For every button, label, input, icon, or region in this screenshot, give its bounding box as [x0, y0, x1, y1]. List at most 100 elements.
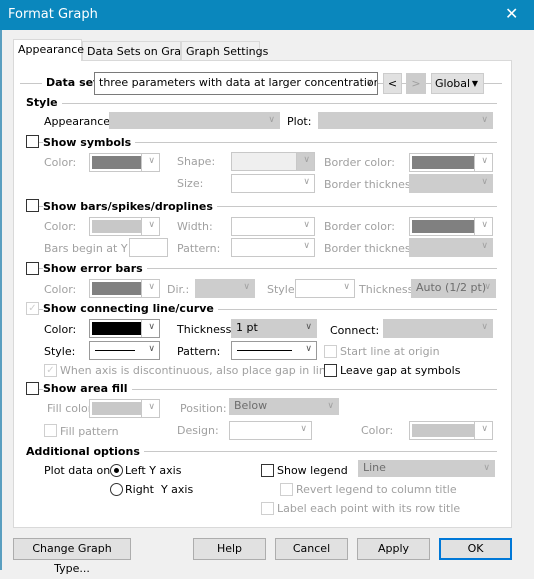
shape-select[interactable]: ∨ [231, 152, 315, 171]
show-symbols-checkbox[interactable] [26, 135, 39, 148]
line-color-label: Color: [44, 323, 77, 336]
bar-pattern-select[interactable]: ∨ [231, 238, 315, 257]
chevron-down-icon: ∨ [268, 115, 275, 125]
chevron-down-icon: ∨ [303, 177, 310, 187]
bar-color-label: Color: [44, 220, 77, 233]
width-select[interactable]: ∨ [231, 217, 315, 236]
revert-legend-checkbox[interactable] [280, 483, 293, 496]
chevron-down-icon: ∨ [300, 424, 307, 434]
prev-dataset-button[interactable]: < [383, 73, 402, 94]
symbol-color-label: Color: [44, 156, 77, 169]
legend-select[interactable]: Line ∨ [358, 460, 495, 477]
position-select[interactable]: Below ∨ [229, 398, 339, 415]
line-style-select[interactable]: ∨ [89, 341, 160, 360]
chevron-down-icon: ∨ [148, 344, 155, 354]
show-area-fill-label: Show area fill [43, 382, 132, 395]
appearance-select[interactable]: ∨ [109, 112, 280, 129]
show-legend-label: Show legend [277, 464, 348, 477]
design-select[interactable]: ∨ [229, 421, 312, 440]
chevron-down-icon: ∨ [481, 241, 488, 251]
help-button[interactable]: Help [193, 538, 266, 560]
line-thickness-label: Thickness: [177, 323, 236, 336]
line-sample [237, 350, 292, 351]
dir-select[interactable]: ∨ [195, 279, 255, 298]
start-origin-checkbox[interactable] [324, 345, 337, 358]
symbol-border-color-select[interactable]: ∨ [409, 153, 493, 172]
chevron-down-icon: ∨ [481, 220, 488, 230]
show-symbols-label: Show symbols [43, 136, 136, 149]
title-bar: Format Graph ✕ [0, 0, 534, 30]
error-thickness-value: Auto (1/2 pt) [416, 281, 487, 294]
ok-button[interactable]: OK [439, 538, 512, 560]
label-points-checkbox[interactable] [261, 502, 274, 515]
legend-value: Line [363, 461, 386, 474]
tab-appearance[interactable]: Appearance [13, 39, 84, 61]
chevron-down-icon: ∨ [483, 463, 490, 473]
chevron-down-icon: ∨ [366, 78, 373, 88]
line-thickness-select[interactable]: 1 pt ∨ [231, 319, 317, 338]
fill-color-select[interactable]: ∨ [89, 399, 160, 418]
fill-pattern-checkbox[interactable] [44, 424, 57, 437]
error-thickness-select[interactable]: Auto (1/2 pt) ∨ [411, 279, 496, 298]
pattern-color-label: Color: [361, 424, 394, 437]
symbol-color-select[interactable]: ∨ [89, 153, 160, 172]
fill-pattern-label: Fill pattern [60, 425, 119, 438]
cancel-button[interactable]: Cancel [275, 538, 348, 560]
size-select[interactable]: ∨ [231, 174, 315, 193]
style-header: Style [26, 96, 62, 109]
color-swatch [412, 424, 474, 437]
left-axis-label: Left Y axis [125, 464, 182, 477]
show-bars-checkbox[interactable] [26, 199, 39, 212]
line-style-label: Style: [44, 345, 76, 358]
label-points-label: Label each point with its row title [277, 502, 461, 515]
gap-axis-label: When axis is discontinuous, also place g… [60, 364, 333, 377]
shape-label: Shape: [177, 155, 216, 168]
show-legend-checkbox[interactable] [261, 464, 274, 477]
symbol-border-thickness-label: Border thickness: [324, 178, 421, 191]
dir-label: Dir.: [167, 283, 190, 296]
apply-button[interactable]: Apply [357, 538, 430, 560]
bar-color-select[interactable]: ∨ [89, 217, 160, 236]
symbol-border-thickness-select[interactable]: ∨ [409, 174, 493, 193]
gap-symbols-label: Leave gap at symbols [340, 364, 461, 377]
line-pattern-select[interactable]: ∨ [231, 341, 317, 360]
chevron-down-icon: ∨ [305, 322, 312, 332]
change-graph-type-button[interactable]: Change Graph Type... [13, 538, 131, 575]
close-icon[interactable]: ✕ [505, 4, 518, 23]
revert-legend-label: Revert legend to column title [296, 483, 457, 496]
line-color-select[interactable]: ∨ [89, 319, 160, 338]
chevron-down-icon: ∨ [481, 424, 488, 434]
bars-begin-label: Bars begin at Y = [44, 242, 141, 255]
next-dataset-button[interactable]: > [406, 73, 426, 94]
show-error-bars-label: Show error bars [43, 262, 147, 275]
bar-border-thickness-select[interactable]: ∨ [409, 238, 493, 257]
connect-label: Connect: [330, 324, 380, 337]
window-title: Format Graph [8, 7, 98, 22]
show-line-checkbox[interactable]: ✓ [26, 302, 39, 315]
chevron-down-icon: ∨ [243, 282, 250, 292]
pattern-color-select[interactable]: ∨ [409, 421, 493, 440]
bars-begin-input[interactable] [129, 238, 168, 257]
dataset-select[interactable]: three parameters with data at larger con… [94, 72, 378, 95]
right-axis-radio[interactable] [110, 483, 123, 496]
chevron-down-icon: ∨ [481, 322, 488, 332]
line-sample [95, 350, 135, 351]
plot-select[interactable]: ∨ [318, 112, 493, 129]
tab-graph-settings[interactable]: Graph Settings [181, 41, 268, 61]
bar-border-color-select[interactable]: ∨ [409, 217, 493, 236]
error-style-select[interactable]: ∨ [295, 279, 355, 298]
chevron-down-icon: ∨ [148, 322, 155, 332]
scope-dropdown[interactable]: Global ▼ [431, 73, 484, 94]
appearance-label: Appearance: [44, 115, 114, 128]
show-area-fill-checkbox[interactable] [26, 382, 39, 395]
left-axis-radio[interactable] [110, 464, 123, 477]
chevron-down-icon: ∨ [148, 220, 155, 230]
connect-select[interactable]: ∨ [383, 319, 493, 338]
chevron-down-icon: ∨ [303, 155, 310, 165]
bar-pattern-label: Pattern: [177, 242, 221, 255]
show-error-bars-checkbox[interactable] [26, 262, 39, 275]
tab-data-sets-on-graph[interactable]: Data Sets on Graph [82, 41, 195, 61]
gap-symbols-checkbox[interactable] [324, 364, 337, 377]
error-color-select[interactable]: ∨ [89, 279, 160, 298]
gap-axis-checkbox[interactable]: ✓ [44, 364, 57, 377]
